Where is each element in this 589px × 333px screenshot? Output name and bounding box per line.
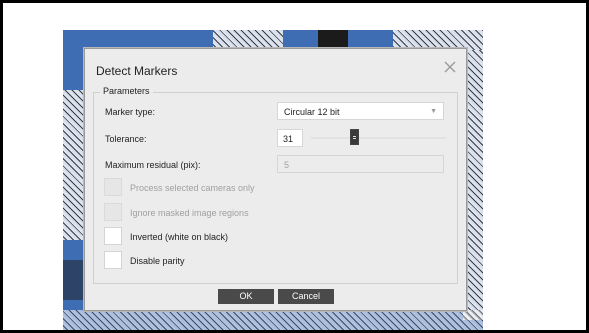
cancel-button[interactable]: Cancel <box>278 289 334 304</box>
process-selected-cameras-checkbox <box>104 178 122 196</box>
ignore-masked-regions-checkbox <box>104 203 122 221</box>
window-frame: Detect Markers Parameters Marker type: C… <box>3 3 586 330</box>
disable-parity-checkbox[interactable] <box>104 251 122 269</box>
photo-detail <box>318 30 348 48</box>
marker-type-select[interactable]: Circular 12 bit ▼ <box>277 102 444 120</box>
photo-detail <box>63 90 83 240</box>
tolerance-slider-handle[interactable] <box>350 129 360 145</box>
tolerance-slider-track[interactable] <box>311 137 446 139</box>
close-icon[interactable] <box>443 60 457 74</box>
tolerance-label: Tolerance: <box>105 134 147 144</box>
process-selected-cameras-label: Process selected cameras only <box>130 183 255 193</box>
detect-markers-dialog: Detect Markers Parameters Marker type: C… <box>83 47 468 312</box>
photo-detail <box>213 30 283 48</box>
inverted-checkbox[interactable] <box>104 227 122 245</box>
marker-type-label: Marker type: <box>105 107 156 117</box>
group-label: Parameters <box>100 86 153 96</box>
disable-parity-label: Disable parity <box>130 256 185 266</box>
photo-detail <box>63 260 83 300</box>
photo-detail <box>63 310 483 330</box>
ok-button[interactable]: OK <box>218 289 274 304</box>
inverted-label: Inverted (white on black) <box>130 232 229 242</box>
tolerance-input[interactable]: 31 <box>277 129 303 147</box>
max-residual-label: Maximum residual (pix): <box>105 160 201 170</box>
marker-type-value: Circular 12 bit <box>284 107 340 117</box>
ignore-masked-regions-label: Ignore masked image regions <box>130 208 249 218</box>
dialog-title: Detect Markers <box>96 64 178 78</box>
chevron-down-icon: ▼ <box>430 108 437 115</box>
max-residual-input: 5 <box>277 155 444 173</box>
